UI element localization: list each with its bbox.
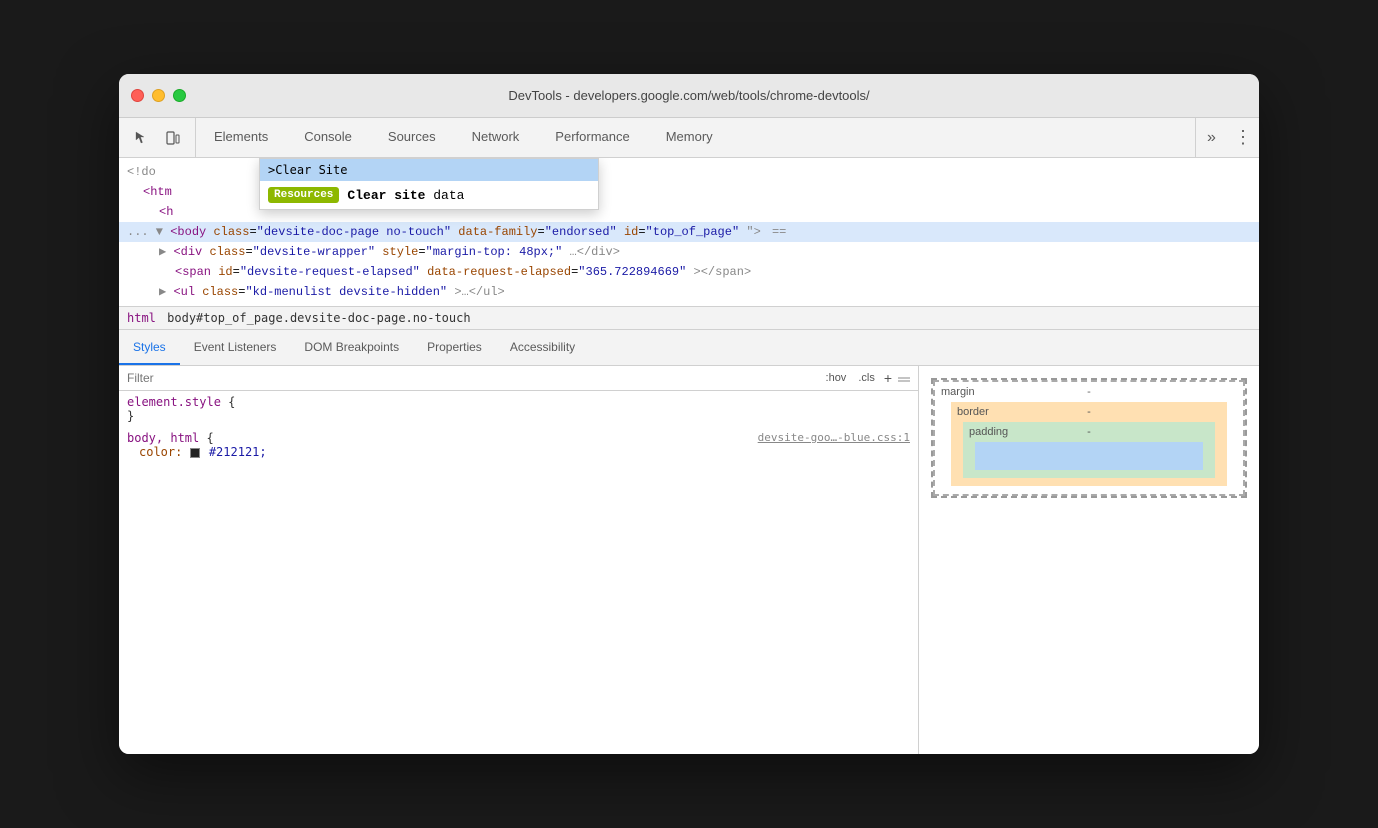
html-tree: >Clear Site Resources Clear site data <!… bbox=[119, 158, 1259, 306]
margin-value: - bbox=[1087, 386, 1091, 398]
filter-bar: :hov .cls + bbox=[119, 366, 918, 391]
device-toolbar-icon[interactable] bbox=[159, 124, 187, 152]
css-property-color: color: #212121; bbox=[127, 445, 910, 459]
add-style-rule-button[interactable]: + bbox=[884, 370, 892, 386]
breadcrumb-html[interactable]: html bbox=[127, 311, 156, 325]
devtools-panel: Elements Console Sources Network Perform… bbox=[119, 118, 1259, 754]
css-selector-element-style[interactable]: element.style { bbox=[127, 395, 910, 409]
close-button[interactable] bbox=[131, 89, 144, 102]
autocomplete-item[interactable]: Resources Clear site data bbox=[260, 181, 598, 209]
css-rules: element.style { } body, html bbox=[119, 391, 918, 471]
more-tabs-button[interactable]: » bbox=[1195, 118, 1227, 157]
autocomplete-description: Clear site data bbox=[347, 188, 464, 203]
border-value: - bbox=[1087, 406, 1091, 418]
autocomplete-popup: >Clear Site Resources Clear site data bbox=[259, 158, 599, 210]
color-swatch[interactable] bbox=[190, 448, 200, 458]
window-title: DevTools - developers.google.com/web/too… bbox=[508, 88, 869, 103]
filter-input[interactable] bbox=[127, 371, 815, 385]
hov-button[interactable]: :hov bbox=[823, 371, 850, 385]
css-rule-element-style: element.style { } bbox=[127, 395, 910, 423]
toolbar-icons bbox=[119, 118, 196, 157]
padding-label: padding bbox=[969, 426, 1008, 438]
tree-line-body[interactable]: ... ▼ <body class="devsite-doc-page no-t… bbox=[119, 222, 1259, 242]
tab-sources[interactable]: Sources bbox=[370, 118, 454, 157]
minimize-button[interactable] bbox=[152, 89, 165, 102]
styles-content: :hov .cls + bbox=[119, 366, 1259, 754]
autocomplete-tag: Resources bbox=[268, 187, 339, 203]
content-box bbox=[975, 442, 1203, 470]
border-label: border bbox=[957, 406, 989, 418]
tab-performance[interactable]: Performance bbox=[537, 118, 647, 157]
tab-styles[interactable]: Styles bbox=[119, 330, 180, 365]
css-source-link[interactable]: devsite-goo…-blue.css:1 bbox=[758, 431, 910, 444]
bottom-panel: Styles Event Listeners DOM Breakpoints P… bbox=[119, 330, 1259, 754]
traffic-lights bbox=[131, 89, 186, 102]
breadcrumb-bar: html body#top_of_page.devsite-doc-page.n… bbox=[119, 306, 1259, 330]
styles-tabs: Styles Event Listeners DOM Breakpoints P… bbox=[119, 330, 1259, 366]
tree-line-ul[interactable]: ▶ <ul class="kd-menulist devsite-hidden"… bbox=[119, 282, 1259, 302]
tab-network[interactable]: Network bbox=[454, 118, 538, 157]
cls-button[interactable]: .cls bbox=[855, 371, 878, 385]
devtools-toolbar: Elements Console Sources Network Perform… bbox=[119, 118, 1259, 158]
margin-label: margin bbox=[941, 386, 975, 398]
padding-value: - bbox=[1087, 426, 1091, 438]
autocomplete-input[interactable]: >Clear Site bbox=[260, 159, 598, 181]
tab-console[interactable]: Console bbox=[286, 118, 370, 157]
css-rule-body-html-header: body, html { devsite-goo…-blue.css:1 bbox=[127, 431, 910, 445]
tab-dom-breakpoints[interactable]: DOM Breakpoints bbox=[290, 330, 413, 365]
margin-layer: margin - border - padding - bbox=[933, 380, 1245, 496]
tab-properties[interactable]: Properties bbox=[413, 330, 496, 365]
tab-event-listeners[interactable]: Event Listeners bbox=[180, 330, 291, 365]
elements-panel: >Clear Site Resources Clear site data <!… bbox=[119, 158, 1259, 754]
devtools-window: DevTools - developers.google.com/web/too… bbox=[119, 74, 1259, 754]
padding-layer: padding - bbox=[963, 422, 1215, 478]
box-model-diagram: margin - border - padding - bbox=[931, 378, 1247, 498]
filter-buttons: :hov .cls + bbox=[823, 370, 910, 386]
toolbar-tabs: Elements Console Sources Network Perform… bbox=[196, 118, 1195, 157]
tab-memory[interactable]: Memory bbox=[648, 118, 731, 157]
inspect-element-icon[interactable] bbox=[127, 124, 155, 152]
tab-accessibility[interactable]: Accessibility bbox=[496, 330, 589, 365]
devtools-menu-button[interactable]: ⋮ bbox=[1227, 118, 1259, 157]
tab-elements[interactable]: Elements bbox=[196, 118, 286, 157]
resize-handle-icon bbox=[898, 372, 910, 384]
css-rule-body-html: body, html { devsite-goo…-blue.css:1 col… bbox=[127, 431, 910, 459]
breadcrumb-selector[interactable]: body#top_of_page.devsite-doc-page.no-tou… bbox=[167, 311, 470, 325]
title-bar: DevTools - developers.google.com/web/too… bbox=[119, 74, 1259, 118]
maximize-button[interactable] bbox=[173, 89, 186, 102]
box-model-pane: margin - border - padding - bbox=[919, 366, 1259, 754]
styles-left-pane: :hov .cls + bbox=[119, 366, 919, 754]
tree-line-span[interactable]: <span id="devsite-request-elapsed" data-… bbox=[119, 262, 1259, 282]
border-layer: border - padding - bbox=[951, 402, 1227, 486]
tree-line-div[interactable]: ▶ <div class="devsite-wrapper" style="ma… bbox=[119, 242, 1259, 262]
